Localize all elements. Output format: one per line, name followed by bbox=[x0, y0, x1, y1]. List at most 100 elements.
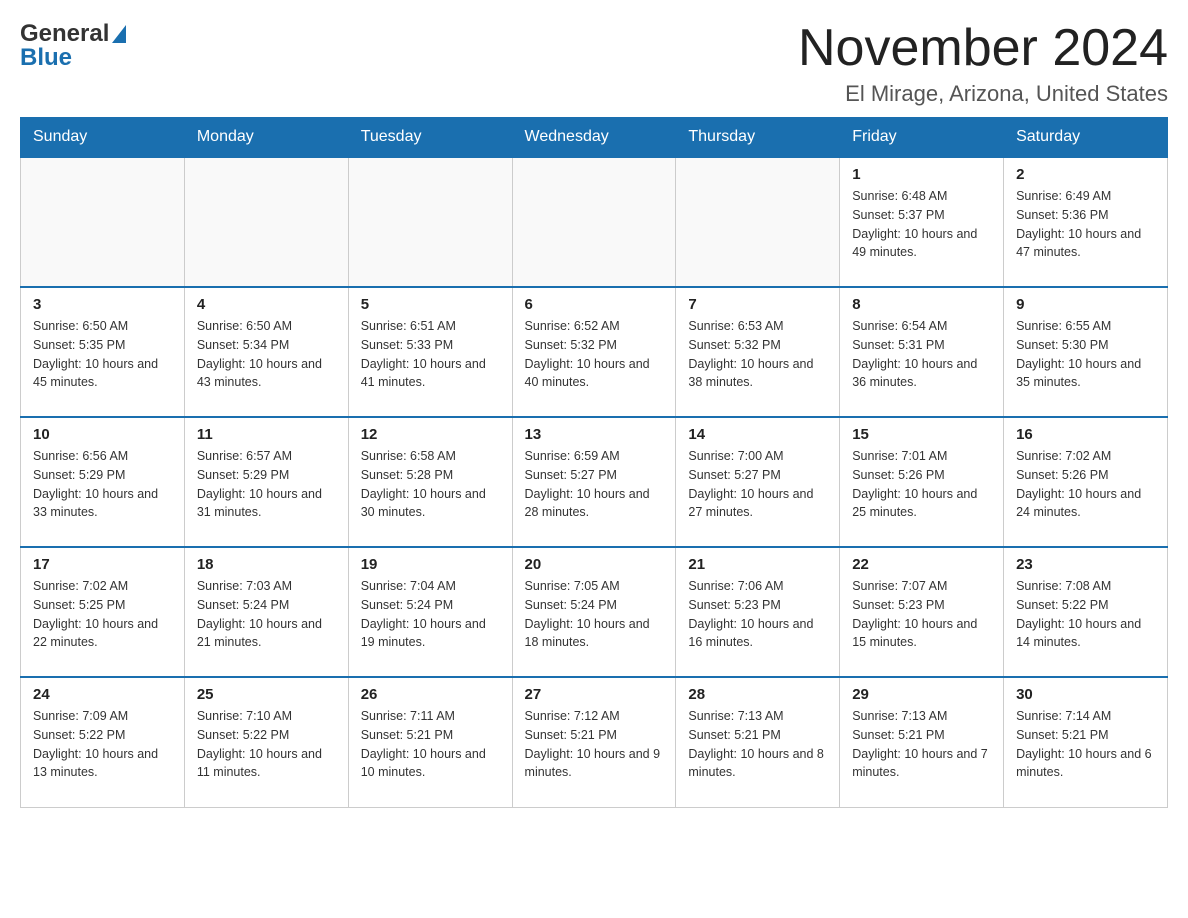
calendar-cell: 5 Sunrise: 6:51 AMSunset: 5:33 PMDaylight… bbox=[348, 287, 512, 417]
day-info: Sunrise: 7:11 AMSunset: 5:21 PMDaylight:… bbox=[361, 707, 500, 782]
calendar-cell: 19Sunrise: 7:04 AMSunset: 5:24 PMDayligh… bbox=[348, 547, 512, 677]
day-info: Sunrise: 7:09 AMSunset: 5:22 PMDaylight:… bbox=[33, 707, 172, 782]
calendar-cell bbox=[676, 157, 840, 287]
day-number: 7 bbox=[688, 296, 827, 313]
day-info: Sunrise: 7:00 AMSunset: 5:27 PMDaylight:… bbox=[688, 447, 827, 522]
calendar-cell: 17 Sunrise: 7:02 AMSunset: 5:25 PMDayligh… bbox=[21, 547, 185, 677]
calendar-cell: 8Sunrise: 6:54 AMSunset: 5:31 PMDaylight… bbox=[840, 287, 1004, 417]
day-info: Sunrise: 6:52 AMSunset: 5:32 PMDaylight:… bbox=[525, 317, 664, 392]
day-number: 4 bbox=[197, 296, 336, 313]
day-number: 12 bbox=[361, 426, 500, 443]
logo-line2: Blue bbox=[20, 44, 126, 72]
calendar-cell: 29Sunrise: 7:13 AMSunset: 5:21 PMDayligh… bbox=[840, 677, 1004, 807]
day-info: Sunrise: 7:06 AMSunset: 5:23 PMDaylight:… bbox=[688, 577, 827, 652]
day-info: Sunrise: 6:48 AMSunset: 5:37 PMDaylight:… bbox=[852, 187, 991, 262]
calendar-cell: 23 Sunrise: 7:08 AMSunset: 5:22 PMDayligh… bbox=[1004, 547, 1168, 677]
calendar-cell: 11 Sunrise: 6:57 AMSunset: 5:29 PMDayligh… bbox=[184, 417, 348, 547]
subtitle: El Mirage, Arizona, United States bbox=[798, 81, 1168, 107]
day-number: 24 bbox=[33, 686, 172, 703]
day-number: 27 bbox=[525, 686, 664, 703]
day-number: 26 bbox=[361, 686, 500, 703]
calendar-cell: 26 Sunrise: 7:11 AMSunset: 5:21 PMDayligh… bbox=[348, 677, 512, 807]
day-number: 22 bbox=[852, 556, 991, 573]
day-number: 23 bbox=[1016, 556, 1155, 573]
calendar-table: SundayMondayTuesdayWednesdayThursdayFrid… bbox=[20, 117, 1168, 808]
day-info: Sunrise: 6:55 AMSunset: 5:30 PMDaylight:… bbox=[1016, 317, 1155, 392]
day-info: Sunrise: 7:03 AMSunset: 5:24 PMDaylight:… bbox=[197, 577, 336, 652]
day-info: Sunrise: 7:01 AMSunset: 5:26 PMDaylight:… bbox=[852, 447, 991, 522]
calendar-cell: 12 Sunrise: 6:58 AMSunset: 5:28 PMDayligh… bbox=[348, 417, 512, 547]
calendar-cell: 3Sunrise: 6:50 AMSunset: 5:35 PMDaylight… bbox=[21, 287, 185, 417]
day-info: Sunrise: 6:59 AMSunset: 5:27 PMDaylight:… bbox=[525, 447, 664, 522]
calendar-cell: 30 Sunrise: 7:14 AMSunset: 5:21 PMDayligh… bbox=[1004, 677, 1168, 807]
day-number: 8 bbox=[852, 296, 991, 313]
calendar-header-monday: Monday bbox=[184, 118, 348, 158]
day-number: 1 bbox=[852, 166, 991, 183]
calendar-cell: 20 Sunrise: 7:05 AMSunset: 5:24 PMDayligh… bbox=[512, 547, 676, 677]
logo-blue-text: Blue bbox=[20, 44, 72, 71]
day-info: Sunrise: 6:51 AMSunset: 5:33 PMDaylight:… bbox=[361, 317, 500, 392]
calendar-header-saturday: Saturday bbox=[1004, 118, 1168, 158]
day-info: Sunrise: 7:02 AMSunset: 5:26 PMDaylight:… bbox=[1016, 447, 1155, 522]
calendar-cell: 14 Sunrise: 7:00 AMSunset: 5:27 PMDayligh… bbox=[676, 417, 840, 547]
calendar-cell: 22Sunrise: 7:07 AMSunset: 5:23 PMDayligh… bbox=[840, 547, 1004, 677]
title-block: November 2024 El Mirage, Arizona, United… bbox=[798, 20, 1168, 107]
calendar-cell: 21 Sunrise: 7:06 AMSunset: 5:23 PMDayligh… bbox=[676, 547, 840, 677]
day-number: 20 bbox=[525, 556, 664, 573]
calendar-cell: 1 Sunrise: 6:48 AMSunset: 5:37 PMDaylight… bbox=[840, 157, 1004, 287]
calendar-header-sunday: Sunday bbox=[21, 118, 185, 158]
calendar-cell: 25 Sunrise: 7:10 AMSunset: 5:22 PMDayligh… bbox=[184, 677, 348, 807]
day-number: 11 bbox=[197, 426, 336, 443]
calendar-cell: 2Sunrise: 6:49 AMSunset: 5:36 PMDaylight… bbox=[1004, 157, 1168, 287]
day-number: 10 bbox=[33, 426, 172, 443]
day-number: 18 bbox=[197, 556, 336, 573]
day-number: 30 bbox=[1016, 686, 1155, 703]
calendar-cell: 16 Sunrise: 7:02 AMSunset: 5:26 PMDayligh… bbox=[1004, 417, 1168, 547]
calendar-week-5: 24 Sunrise: 7:09 AMSunset: 5:22 PMDayligh… bbox=[21, 677, 1168, 807]
calendar-header-tuesday: Tuesday bbox=[348, 118, 512, 158]
calendar-week-3: 10 Sunrise: 6:56 AMSunset: 5:29 PMDayligh… bbox=[21, 417, 1168, 547]
calendar-cell: 24 Sunrise: 7:09 AMSunset: 5:22 PMDayligh… bbox=[21, 677, 185, 807]
calendar-cell bbox=[348, 157, 512, 287]
day-number: 25 bbox=[197, 686, 336, 703]
main-title: November 2024 bbox=[798, 20, 1168, 77]
day-info: Sunrise: 6:50 AMSunset: 5:34 PMDaylight:… bbox=[197, 317, 336, 392]
page-header: General Blue November 2024 El Mirage, Ar… bbox=[20, 20, 1168, 107]
day-info: Sunrise: 6:56 AMSunset: 5:29 PMDaylight:… bbox=[33, 447, 172, 522]
day-number: 16 bbox=[1016, 426, 1155, 443]
calendar-cell bbox=[21, 157, 185, 287]
day-info: Sunrise: 7:13 AMSunset: 5:21 PMDaylight:… bbox=[852, 707, 991, 782]
day-info: Sunrise: 7:10 AMSunset: 5:22 PMDaylight:… bbox=[197, 707, 336, 782]
day-number: 13 bbox=[525, 426, 664, 443]
calendar-cell bbox=[512, 157, 676, 287]
day-number: 5 bbox=[361, 296, 500, 313]
logo-arrow-icon bbox=[112, 25, 126, 43]
day-number: 28 bbox=[688, 686, 827, 703]
day-info: Sunrise: 6:57 AMSunset: 5:29 PMDaylight:… bbox=[197, 447, 336, 522]
day-info: Sunrise: 6:49 AMSunset: 5:36 PMDaylight:… bbox=[1016, 187, 1155, 262]
day-number: 9 bbox=[1016, 296, 1155, 313]
day-info: Sunrise: 6:58 AMSunset: 5:28 PMDaylight:… bbox=[361, 447, 500, 522]
day-number: 21 bbox=[688, 556, 827, 573]
calendar-header-thursday: Thursday bbox=[676, 118, 840, 158]
calendar-week-2: 3Sunrise: 6:50 AMSunset: 5:35 PMDaylight… bbox=[21, 287, 1168, 417]
calendar-week-1: 1 Sunrise: 6:48 AMSunset: 5:37 PMDaylight… bbox=[21, 157, 1168, 287]
day-info: Sunrise: 7:14 AMSunset: 5:21 PMDaylight:… bbox=[1016, 707, 1155, 782]
calendar-cell: 27Sunrise: 7:12 AMSunset: 5:21 PMDayligh… bbox=[512, 677, 676, 807]
day-number: 17 bbox=[33, 556, 172, 573]
calendar-week-4: 17 Sunrise: 7:02 AMSunset: 5:25 PMDayligh… bbox=[21, 547, 1168, 677]
day-number: 6 bbox=[525, 296, 664, 313]
day-number: 15 bbox=[852, 426, 991, 443]
day-info: Sunrise: 6:53 AMSunset: 5:32 PMDaylight:… bbox=[688, 317, 827, 392]
day-number: 14 bbox=[688, 426, 827, 443]
day-info: Sunrise: 7:02 AMSunset: 5:25 PMDaylight:… bbox=[33, 577, 172, 652]
calendar-cell: 4 Sunrise: 6:50 AMSunset: 5:34 PMDaylight… bbox=[184, 287, 348, 417]
day-info: Sunrise: 7:05 AMSunset: 5:24 PMDaylight:… bbox=[525, 577, 664, 652]
day-number: 19 bbox=[361, 556, 500, 573]
calendar-cell: 10 Sunrise: 6:56 AMSunset: 5:29 PMDayligh… bbox=[21, 417, 185, 547]
calendar-cell: 6 Sunrise: 6:52 AMSunset: 5:32 PMDaylight… bbox=[512, 287, 676, 417]
day-info: Sunrise: 7:08 AMSunset: 5:22 PMDaylight:… bbox=[1016, 577, 1155, 652]
calendar-header-wednesday: Wednesday bbox=[512, 118, 676, 158]
calendar-header-friday: Friday bbox=[840, 118, 1004, 158]
calendar-cell: 18 Sunrise: 7:03 AMSunset: 5:24 PMDayligh… bbox=[184, 547, 348, 677]
